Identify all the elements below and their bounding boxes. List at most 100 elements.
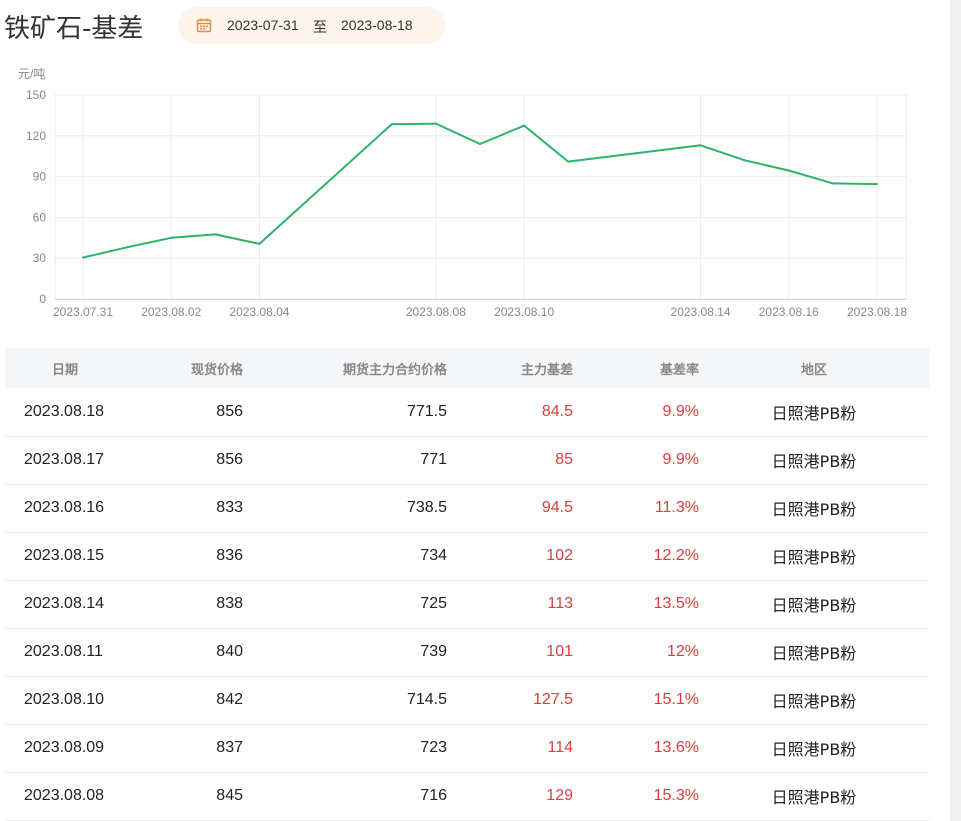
- cell-basis-rate: 9.9%: [662, 451, 699, 468]
- table-row: 2023.08.09 837 723 114 13.6% 日照港PB粉: [5, 724, 929, 772]
- cell-date: 2023.08.16: [24, 499, 105, 516]
- cell-date: 2023.08.11: [24, 643, 103, 660]
- x-tick-label: 2023.08.02: [141, 305, 201, 319]
- cell-futures-price: 723: [420, 739, 447, 756]
- cell-main-basis: 114: [547, 739, 573, 756]
- y-tick-label: 150: [26, 88, 46, 102]
- date-range-picker[interactable]: 2023-07-31 至 2023-08-18: [178, 7, 445, 44]
- table-row: 2023.08.15 836 734 102 12.2% 日照港PB粉: [5, 532, 929, 580]
- cell-basis-rate: 9.9%: [662, 402, 699, 420]
- x-tick-label: 2023.08.18: [847, 305, 907, 319]
- data-point: [258, 242, 261, 245]
- x-tick-label: 2023.08.04: [229, 305, 289, 319]
- data-point: [876, 183, 878, 186]
- header-main-basis: 主力基差: [520, 362, 573, 378]
- cell-date: 2023.08.17: [24, 451, 105, 468]
- chart-axes: 0 30 60 90 120 150 2023.07.31 2023.08.02 2023.08…: [26, 88, 907, 319]
- basis-line-chart: 0 30 60 90 120 150 2023.07.31 2023.08.02 2023.08…: [18, 67, 907, 319]
- table-row: 2023.08.11 840 739 101 12% 日照港PB粉: [5, 628, 929, 676]
- cell-region: 日照港PB粉: [771, 596, 857, 615]
- table-header-row: 日期 现货价格 期货主力合约价格 主力基差 基差率 地区: [5, 348, 929, 388]
- x-tick-label: 2023.08.16: [759, 305, 819, 319]
- cell-region: 日照港PB粉: [771, 740, 857, 759]
- table-row: 2023.08.18 856 771.5 84.5 9.9% 日照港PB粉: [5, 388, 929, 436]
- cell-futures-price: 714.5: [406, 691, 447, 708]
- cell-spot-price: 856: [216, 402, 243, 420]
- table-body: 2023.08.18 856 771.5 84.5 9.9% 日照港PB粉 2023.08.…: [5, 388, 929, 820]
- cell-region: 日照港PB粉: [771, 644, 857, 663]
- data-point: [567, 160, 570, 163]
- chart-series: [82, 122, 878, 259]
- cell-basis-rate: 13.5%: [653, 595, 699, 612]
- data-point: [434, 122, 437, 125]
- cell-basis-rate: 12%: [666, 643, 699, 660]
- cell-spot-price: 842: [216, 691, 243, 708]
- cell-main-basis: 129: [546, 787, 573, 804]
- y-tick-label: 30: [33, 251, 47, 265]
- data-point: [214, 233, 217, 236]
- basis-table: 日期 现货价格 期货主力合约价格 主力基差 基差率 地区 2023.08.18 8…: [5, 348, 929, 821]
- end-date[interactable]: 2023-08-18: [341, 17, 413, 33]
- table-row: 2023.08.14 838 725 113 13.5% 日照港PB粉: [5, 580, 929, 628]
- cell-basis-rate: 13.6%: [653, 739, 699, 756]
- cell-date: 2023.08.15: [24, 547, 105, 564]
- header-futures-price: 期货主力合约价格: [342, 362, 447, 378]
- cell-spot-price: 833: [216, 499, 243, 516]
- cell-main-basis: 85: [555, 451, 573, 468]
- data-point: [479, 142, 481, 145]
- x-tick-label: 2023.07.31: [53, 305, 113, 319]
- data-point: [743, 159, 746, 162]
- cell-region: 日照港PB粉: [771, 500, 857, 519]
- header-region: 地区: [800, 362, 827, 378]
- table-row: 2023.08.16 833 738.5 94.5 11.3% 日照港PB粉: [5, 484, 929, 532]
- cell-region: 日照港PB粉: [771, 788, 857, 807]
- cell-futures-price: 738.5: [406, 499, 447, 516]
- cell-main-basis: 84.5: [541, 402, 573, 420]
- y-tick-label: 0: [39, 292, 46, 306]
- cell-basis-rate: 11.3%: [654, 499, 699, 516]
- cell-spot-price: 856: [216, 451, 243, 468]
- table-row: 2023.08.08 845 716 129 15.3% 日照港PB粉: [5, 772, 929, 820]
- cell-region: 日照港PB粉: [771, 452, 857, 471]
- cell-main-basis: 113: [547, 595, 573, 612]
- data-point: [170, 236, 173, 239]
- start-date[interactable]: 2023-07-31: [227, 17, 299, 33]
- cell-spot-price: 838: [216, 595, 243, 612]
- cell-futures-price: 716: [420, 787, 447, 804]
- cell-basis-rate: 15.3%: [653, 787, 699, 804]
- cell-main-basis: 94.5: [541, 499, 573, 516]
- cell-date: 2023.08.14: [24, 595, 105, 612]
- chart-grid: [54, 94, 907, 300]
- calendar-icon: [196, 18, 212, 33]
- y-tick-label: 120: [26, 129, 46, 143]
- header-basis-rate: 基差率: [659, 362, 699, 378]
- cell-spot-price: 845: [216, 787, 243, 804]
- cell-date: 2023.08.08: [24, 787, 105, 804]
- cell-futures-price: 734: [420, 547, 447, 564]
- cell-futures-price: 739: [420, 643, 447, 660]
- cell-main-basis: 101: [546, 643, 573, 660]
- date-separator: 至: [313, 20, 327, 36]
- vertical-scrollbar[interactable]: [950, 0, 961, 821]
- cell-region: 日照港PB粉: [771, 403, 857, 423]
- x-tick-label: 2023.08.14: [671, 305, 731, 319]
- data-point: [126, 246, 129, 249]
- cell-date: 2023.08.18: [24, 402, 105, 420]
- data-point: [699, 144, 702, 147]
- page-title: 铁矿石-基差: [4, 14, 144, 44]
- table-row: 2023.08.10 842 714.5 127.5 15.1% 日照港PB粉: [5, 676, 929, 724]
- x-tick-label: 2023.08.10: [494, 305, 554, 319]
- header-spot-price: 现货价格: [190, 362, 243, 378]
- cell-spot-price: 840: [216, 643, 243, 660]
- basis-table-container: 日期 现货价格 期货主力合约价格 主力基差 基差率 地区 2023.08.18 8…: [5, 348, 929, 821]
- cell-spot-price: 837: [216, 739, 243, 756]
- cell-region: 日照港PB粉: [771, 548, 857, 567]
- header-date: 日期: [51, 362, 78, 378]
- cell-futures-price: 771: [420, 451, 447, 468]
- data-point: [390, 123, 393, 126]
- y-tick-label: 60: [33, 210, 47, 224]
- cell-date: 2023.08.10: [24, 691, 105, 708]
- y-axis-unit-label: 元/吨: [18, 67, 45, 81]
- cell-futures-price: 771.5: [406, 402, 447, 420]
- y-tick-label: 90: [33, 170, 47, 184]
